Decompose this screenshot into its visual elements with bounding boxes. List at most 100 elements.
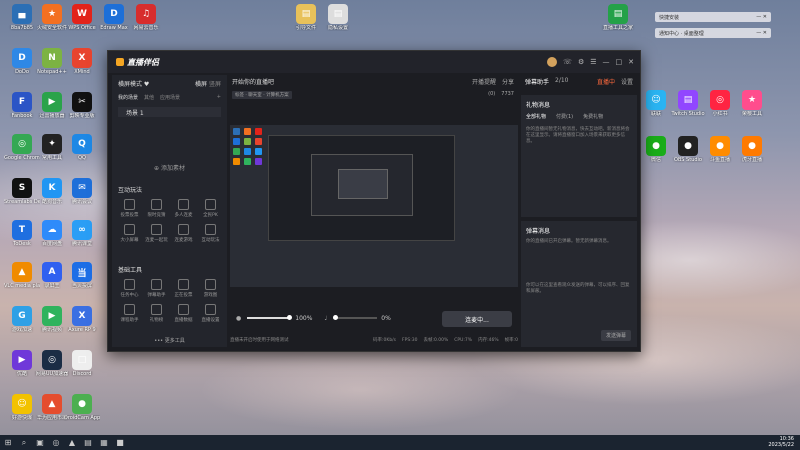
mode-selector[interactable]: 横屏模式 ♥ [118, 79, 149, 88]
desktop-shortcut[interactable]: ◎ 小红书 [702, 90, 738, 117]
desktop-shortcut[interactable]: D Edraw Max [96, 4, 132, 31]
share-button[interactable]: 分享 [502, 77, 514, 86]
desktop-widget[interactable]: 通知中心 · 桌面整理 — ✕ [655, 28, 771, 38]
desktop-shortcut[interactable]: □ Discord [64, 350, 100, 377]
taskbar-app-button[interactable]: ▣ [32, 435, 48, 450]
filter-all[interactable]: 全部礼物 [526, 113, 546, 120]
stream-preview[interactable] [230, 125, 518, 287]
app-icon: X [72, 306, 92, 326]
desktop-shortcut[interactable]: X XMind [64, 48, 100, 75]
go-live-button[interactable]: 连麦中... [442, 311, 512, 327]
desktop-shortcut[interactable]: 当当贝投屏 [64, 262, 100, 289]
portrait-button[interactable]: 竖屏 [209, 81, 221, 88]
interact-item[interactable]: 互动玩法 [197, 224, 224, 243]
tab-app-scene[interactable]: 应用场景 [160, 94, 180, 101]
interact-item[interactable]: 连麦一起玩 [143, 224, 170, 243]
category-tag[interactable]: 标签 · 聊天室 · 计算机方案 [232, 91, 292, 99]
interact-item[interactable]: 连麦游戏 [170, 224, 197, 243]
tool-icon [205, 279, 216, 290]
desktop-shortcut[interactable]: ∞ 腾讯课堂 [64, 220, 100, 247]
tool-item[interactable]: 礼物榜 [143, 304, 170, 323]
mic-slider-knob[interactable] [287, 315, 293, 320]
desktop-shortcut[interactable]: ☺ 联联 [638, 90, 674, 117]
gift-empty-text: 你的直播间暂无礼物消息，快去互动吧。新消息将会在这里显示。请将直播窗口加入场景来… [526, 127, 630, 144]
filter-paid[interactable]: 付费(1) [556, 113, 573, 120]
desktop-shortcut-label: 引导文件 [295, 25, 316, 31]
filter-free[interactable]: 免费礼物 [583, 113, 603, 120]
interact-item[interactable]: 多人连麦 [170, 199, 197, 218]
app-icon: ● [742, 136, 762, 156]
tool-grid: 任务中心 弹幕助手 正在投票 游戏图课程助手 礼物榜 直播数据 直播设置 [116, 279, 224, 323]
add-scene-button[interactable]: + [217, 94, 221, 101]
tool-item[interactable]: 正在投票 [170, 279, 197, 298]
maximize-icon[interactable]: □ [616, 58, 623, 66]
taskbar-app-button[interactable]: ▤ [80, 435, 96, 450]
taskbar-app-button[interactable]: ▦ [96, 435, 112, 450]
settings-button[interactable]: 设置 [621, 77, 633, 86]
desktop-shortcut[interactable]: ♫ 网易云音乐 [128, 4, 164, 31]
desktop-shortcut[interactable]: ● 虎牙直播 [734, 136, 770, 163]
taskbar-app-button[interactable]: ■ [112, 435, 128, 450]
speaker-slider[interactable] [333, 315, 378, 320]
tab-page[interactable]: 2/10 [555, 77, 568, 86]
desktop-shortcut[interactable]: W WPS Office [64, 4, 100, 31]
app-icon: Q [72, 134, 92, 154]
desktop-shortcut[interactable]: ✉ 腾讯会议 [64, 178, 100, 205]
tool-item[interactable]: 课程助手 [116, 304, 143, 323]
speaker-slider-knob[interactable] [333, 315, 339, 320]
tab-danmu-assistant[interactable]: 弹幕助手 [525, 77, 549, 86]
menu-icon[interactable]: ☰ [590, 58, 596, 66]
settings-icon[interactable]: ⚙ [578, 58, 584, 66]
interact-item[interactable]: 投票投票 [116, 199, 143, 218]
desktop-widget[interactable]: 快捷安装 — ✕ [655, 12, 771, 22]
desktop-shortcut[interactable]: ● 斗鱼直播 [702, 136, 738, 163]
desktop-shortcut[interactable]: ● OBS Studio [670, 136, 706, 163]
tab-other[interactable]: 其他 [144, 94, 154, 101]
tool-item[interactable]: 直播设置 [197, 304, 224, 323]
tool-item[interactable]: 弹幕助手 [143, 279, 170, 298]
add-source-button[interactable]: ⊕ 添加素材 [112, 163, 227, 172]
desktop-shortcut[interactable]: ● 微信 [638, 136, 674, 163]
desktop-shortcut[interactable]: ▤ 直播工具之家 [600, 4, 636, 31]
close-icon[interactable]: ✕ [628, 58, 634, 66]
live-title[interactable]: 开始你的直播吧 [232, 77, 274, 86]
send-danmu-button[interactable]: 发送弹幕 [600, 330, 631, 341]
desktop-shortcut[interactable]: ★ 荣樱工具 [734, 90, 770, 117]
interact-item[interactable]: 全民PK [197, 199, 224, 218]
tool-item[interactable]: 直播数据 [170, 304, 197, 323]
avatar[interactable] [547, 57, 558, 67]
taskbar-app-button[interactable]: ◎ [48, 435, 64, 450]
tool-item[interactable]: 游戏图 [197, 279, 224, 298]
interact-item[interactable]: 大小屏幕 [116, 224, 143, 243]
widget-controls-icon[interactable]: — ✕ [756, 30, 767, 36]
gift-messages: 礼物消息 全部礼物 付费(1) 免费礼物 你的直播间暂无礼物消息，快去互动吧。新… [521, 95, 637, 217]
more-tools-button[interactable]: ••• 更多工具 [112, 337, 227, 344]
desktop-shortcut[interactable]: ✂ 剪映专业版 [64, 92, 100, 119]
mic-icon[interactable]: ● [236, 315, 241, 322]
mic-slider[interactable] [247, 315, 293, 320]
speaker-icon[interactable]: ♩ [324, 315, 327, 322]
desktop-shortcut[interactable]: ▤ 引导文件 [288, 4, 324, 31]
desktop-shortcut[interactable]: ▤ Twitch Studio [670, 90, 706, 117]
tool-item[interactable]: 任务中心 [116, 279, 143, 298]
headset-icon[interactable]: ☏ [563, 58, 572, 66]
interact-item[interactable]: 限时竞猜 [143, 199, 170, 218]
taskbar-app-button[interactable]: ▲ [64, 435, 80, 450]
preview-nested-window-3 [338, 169, 388, 199]
taskbar-app-button[interactable]: ⌕ [16, 435, 32, 450]
taskbar-clock[interactable]: 10:36 2023/5/22 [768, 436, 794, 448]
minimize-icon[interactable]: — [603, 58, 610, 66]
start-button[interactable]: ⊞ [0, 435, 16, 450]
notice-button[interactable]: 开播提醒 [472, 77, 496, 86]
preview-nested-window-2 [311, 154, 413, 216]
tool-icon [178, 279, 189, 290]
desktop-shortcut[interactable]: ▤ 隐私设置 [320, 4, 356, 31]
desktop-shortcut[interactable]: X Axure RP 9 [64, 306, 100, 333]
tab-my-scene[interactable]: 我的场景 [118, 94, 138, 101]
tool-icon [124, 224, 135, 235]
landscape-button[interactable]: 横屏 [195, 81, 207, 88]
widget-controls-icon[interactable]: — ✕ [756, 14, 767, 20]
scene-item[interactable]: 场景 1 [118, 107, 221, 117]
desktop-shortcut[interactable]: Q QQ [64, 134, 100, 161]
desktop-shortcut[interactable]: ● DroidCam App [64, 394, 100, 421]
